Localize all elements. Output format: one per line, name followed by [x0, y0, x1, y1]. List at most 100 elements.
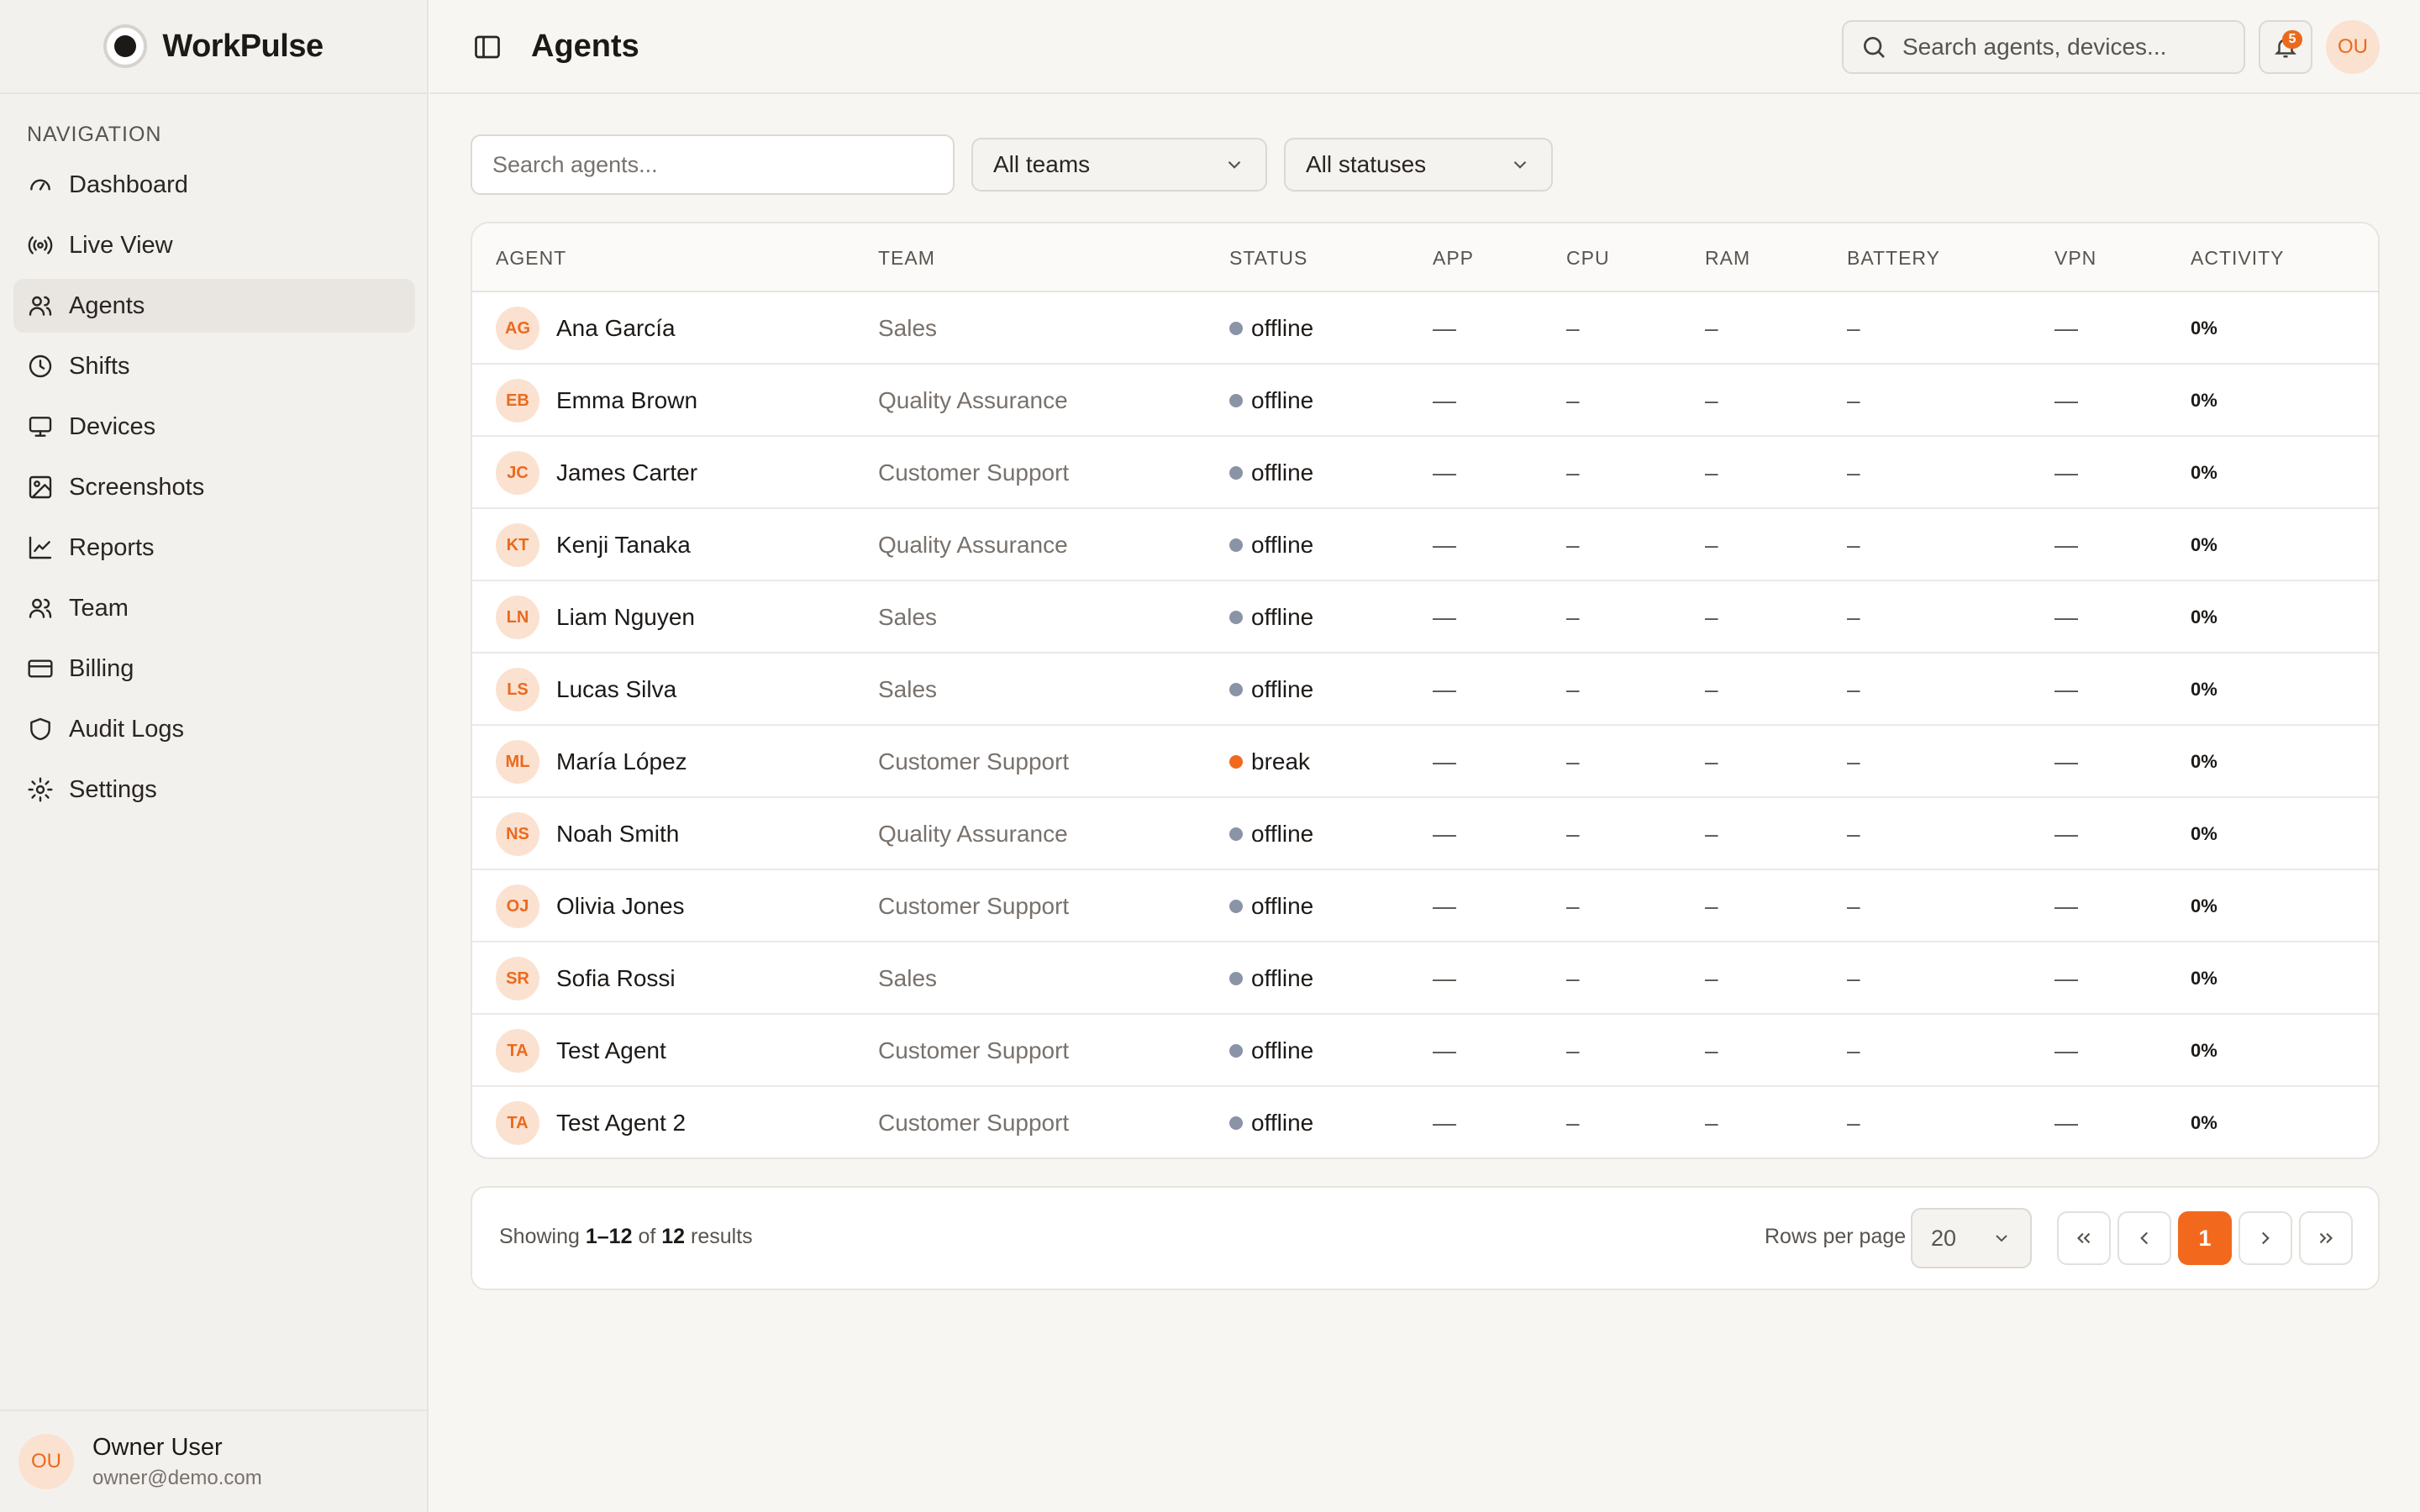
agent-name[interactable]: Noah Smith	[556, 821, 679, 848]
team-cell: Quality Assurance	[878, 532, 1068, 558]
nav-heading: NAVIGATION	[27, 123, 162, 146]
column-header-battery[interactable]: BATTERY	[1847, 247, 1940, 270]
column-header-team[interactable]: TEAM	[878, 247, 935, 270]
team-cell: Quality Assurance	[878, 387, 1068, 413]
status-dot-icon	[1229, 322, 1243, 335]
column-header-cpu[interactable]: CPU	[1566, 247, 1610, 270]
chevrons-right-icon	[2319, 1232, 2333, 1244]
agent-name[interactable]: Lucas Silva	[556, 676, 676, 703]
agent-cell[interactable]: EB Emma Brown	[496, 365, 697, 437]
agent-avatar: OJ	[496, 885, 539, 928]
agent-name[interactable]: Olivia Jones	[556, 893, 685, 920]
agent-cell[interactable]: TA Test Agent 2	[496, 1087, 686, 1158]
status-dot-icon	[1229, 827, 1243, 841]
agent-name[interactable]: Kenji Tanaka	[556, 532, 691, 559]
status-cell: offline	[1229, 942, 1313, 1015]
sidebar-item-dashboard[interactable]: Dashboard	[13, 158, 415, 212]
activity-cell: 0%	[2191, 606, 2217, 627]
team-cell: Quality Assurance	[878, 821, 1068, 847]
table-row[interactable]: KT Kenji Tanaka Quality Assurance offline — –…	[472, 509, 2378, 581]
agent-name[interactable]: Sofia Rossi	[556, 965, 676, 992]
status-dot-icon	[1229, 538, 1243, 552]
sidebar-item-settings[interactable]: Settings	[13, 763, 415, 816]
status-text: offline	[1251, 1110, 1314, 1136]
agent-cell[interactable]: LS Lucas Silva	[496, 654, 676, 726]
sidebar-item-label: Team	[69, 594, 129, 622]
agent-name[interactable]: Test Agent	[556, 1037, 666, 1064]
agent-name[interactable]: Ana García	[556, 315, 676, 342]
table-row[interactable]: SR Sofia Rossi Sales offline — – – – — 0%	[472, 942, 2378, 1015]
first-page-button[interactable]	[2057, 1211, 2111, 1265]
column-header-vpn[interactable]: VPN	[2054, 247, 2096, 270]
ram-cell: –	[1705, 1110, 1718, 1136]
sidebar-item-shifts[interactable]: Shifts	[13, 339, 415, 393]
table-row[interactable]: AG Ana García Sales offline — – – – — 0%	[472, 292, 2378, 365]
table-row[interactable]: ML María López Customer Support break — – – – — 0…	[472, 726, 2378, 798]
cpu-cell: –	[1566, 1037, 1580, 1063]
previous-page-button[interactable]	[2118, 1211, 2171, 1265]
cpu-cell: –	[1566, 676, 1580, 702]
status-dot-icon	[1229, 611, 1243, 624]
table-row[interactable]: EB Emma Brown Quality Assurance offline — – – –…	[472, 365, 2378, 437]
sidebar-item-billing[interactable]: Billing	[13, 642, 415, 696]
agent-cell[interactable]: OJ Olivia Jones	[496, 870, 685, 942]
column-header-ram[interactable]: RAM	[1705, 247, 1750, 270]
column-header-agent[interactable]: AGENT	[496, 247, 566, 270]
rows-per-page-select[interactable]: 20	[1911, 1208, 2032, 1268]
agent-cell[interactable]: TA Test Agent	[496, 1015, 666, 1087]
sidebar-item-agents[interactable]: Agents	[13, 279, 415, 333]
agent-name[interactable]: Emma Brown	[556, 387, 697, 414]
table-row[interactable]: OJ Olivia Jones Customer Support offline — – –…	[472, 870, 2378, 942]
page-button-current[interactable]: 1	[2178, 1211, 2232, 1265]
user-profile[interactable]: OU Owner User owner@demo.com	[0, 1410, 427, 1512]
table-row[interactable]: LN Liam Nguyen Sales offline — – – – — 0%	[472, 581, 2378, 654]
agent-cell[interactable]: AG Ana García	[496, 292, 676, 365]
agent-avatar: TA	[496, 1101, 539, 1145]
sidebar-item-team[interactable]: Team	[13, 581, 415, 635]
team-filter-select[interactable]: All teams	[971, 138, 1267, 192]
sidebar-item-audit-logs[interactable]: Audit Logs	[13, 702, 415, 756]
table-row[interactable]: TA Test Agent Customer Support offline — – – – —…	[472, 1015, 2378, 1087]
last-page-button[interactable]	[2299, 1211, 2353, 1265]
agent-search-input[interactable]: Search agents...	[471, 134, 955, 195]
column-header-activity[interactable]: ACTIVITY	[2191, 247, 2285, 270]
activity-cell: 0%	[2191, 1112, 2217, 1133]
sidebar-item-reports[interactable]: Reports	[13, 521, 415, 575]
users-icon	[29, 598, 52, 618]
agent-name[interactable]: James Carter	[556, 459, 697, 486]
vpn-cell: —	[2054, 893, 2078, 919]
app-cell: —	[1433, 532, 1456, 558]
battery-cell: –	[1847, 604, 1860, 630]
app-cell: —	[1433, 459, 1456, 486]
table-row[interactable]: LS Lucas Silva Sales offline — – – – — 0%	[472, 654, 2378, 726]
sidebar-item-live-view[interactable]: Live View	[13, 218, 415, 272]
notifications-button[interactable]: 5	[2259, 20, 2312, 74]
team-cell: Sales	[878, 315, 938, 341]
sidebar-item-screenshots[interactable]: Screenshots	[13, 460, 415, 514]
agent-name[interactable]: María López	[556, 748, 687, 775]
table-row[interactable]: TA Test Agent 2 Customer Support offline — – –…	[472, 1087, 2378, 1158]
agent-cell[interactable]: KT Kenji Tanaka	[496, 509, 691, 581]
agent-cell[interactable]: NS Noah Smith	[496, 798, 679, 870]
global-search-input[interactable]: Search agents, devices...	[1842, 20, 2245, 74]
agent-cell[interactable]: ML María López	[496, 726, 687, 798]
table-row[interactable]: NS Noah Smith Quality Assurance offline — – – –…	[472, 798, 2378, 870]
sidebar-toggle-icon[interactable]	[472, 32, 502, 62]
column-header-status[interactable]: STATUS	[1229, 247, 1307, 270]
column-header-app[interactable]: APP	[1433, 247, 1474, 270]
status-filter-select[interactable]: All statuses	[1284, 138, 1553, 192]
header-avatar[interactable]: OU	[2326, 20, 2380, 74]
status-cell: offline	[1229, 654, 1313, 726]
next-page-button[interactable]	[2238, 1211, 2292, 1265]
page-title: Agents	[531, 29, 639, 64]
agent-cell[interactable]: LN Liam Nguyen	[496, 581, 695, 654]
sidebar-item-devices[interactable]: Devices	[13, 400, 415, 454]
agent-cell[interactable]: JC James Carter	[496, 437, 697, 509]
agent-name[interactable]: Test Agent 2	[556, 1110, 686, 1137]
agent-cell[interactable]: SR Sofia Rossi	[496, 942, 676, 1015]
agent-name[interactable]: Liam Nguyen	[556, 604, 695, 631]
activity-cell: 0%	[2191, 823, 2217, 844]
table-row[interactable]: JC James Carter Customer Support offline — – –…	[472, 437, 2378, 509]
agents-table: AGENT TEAM STATUS APP CPU RAM BATTERY VPN ACTIVI…	[471, 222, 2380, 1159]
brand[interactable]: WorkPulse	[0, 0, 427, 94]
